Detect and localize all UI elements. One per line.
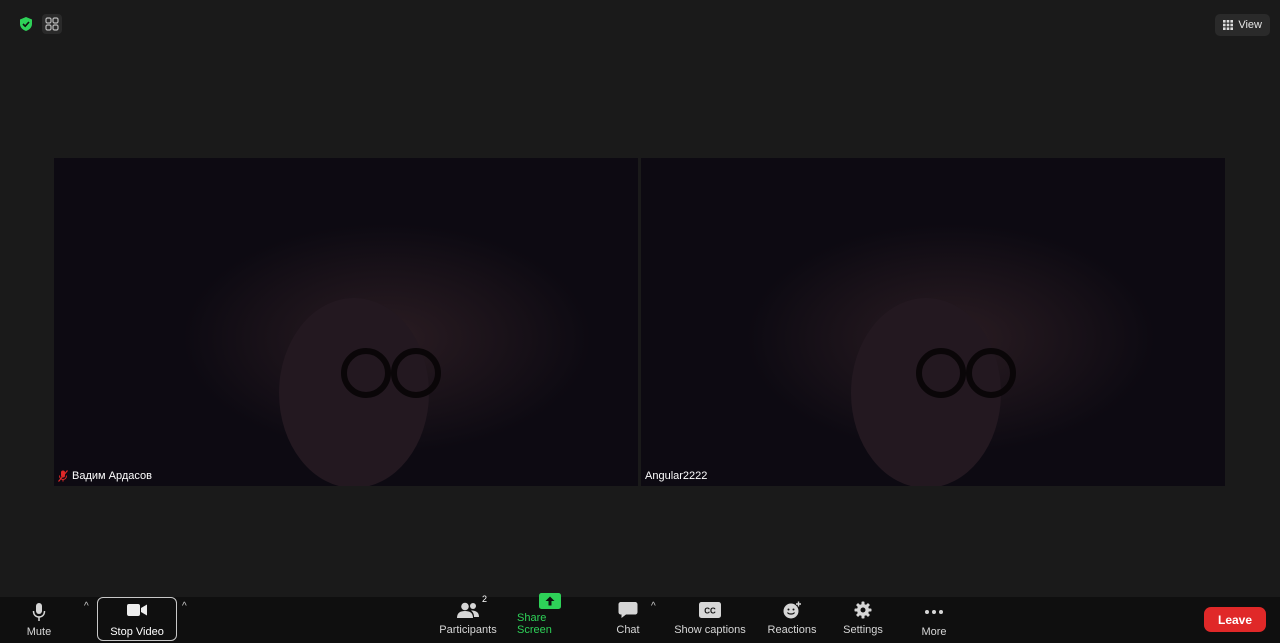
grid-view-icon [1223, 20, 1234, 30]
meeting-toolbar: Mute ^ Stop Video ^ 2 Participants Share… [0, 593, 1280, 643]
participants-label: Participants [439, 624, 497, 636]
participant-name: Angular2222 [645, 470, 708, 482]
chat-label: Chat [616, 624, 640, 636]
svg-text:CC: CC [704, 607, 716, 616]
chat-button[interactable]: Chat [611, 597, 645, 643]
show-captions-label: Show captions [674, 624, 746, 636]
more-label: More [921, 626, 947, 638]
participants-icon: 2 [456, 594, 487, 621]
share-screen-button[interactable]: Share Screen [517, 593, 583, 643]
top-left-controls [16, 14, 62, 34]
participant-name: Вадим Ардасов [72, 470, 152, 482]
show-captions-button[interactable]: CC Show captions [673, 597, 747, 643]
participant-video-feed [641, 158, 1225, 486]
gear-icon [854, 599, 872, 621]
video-tile-participant-1[interactable]: Вадим Ардасов [54, 158, 638, 486]
more-dots-icon [924, 601, 944, 623]
settings-button[interactable]: Settings [840, 597, 886, 643]
meeting-info-grid-icon[interactable] [42, 14, 62, 34]
share-screen-label: Share Screen [517, 612, 552, 636]
mute-button[interactable]: Mute [19, 597, 59, 643]
participant-name-tag: Вадим Ардасов [58, 470, 152, 482]
view-label: View [1238, 19, 1262, 31]
share-screen-icon [539, 593, 561, 609]
video-options-caret-icon[interactable]: ^ [182, 601, 187, 612]
stop-video-label: Stop Video [110, 626, 164, 638]
video-tile-participant-2[interactable]: Angular2222 [641, 158, 1225, 486]
reactions-smiley-icon [782, 599, 802, 621]
participant-name-tag: Angular2222 [645, 470, 707, 482]
meeting-window: View Вадим Ардасов Angular2222 Mute ^ St… [0, 0, 1280, 643]
audio-options-caret-icon[interactable]: ^ [84, 601, 89, 612]
view-button[interactable]: View [1215, 14, 1270, 36]
closed-captions-icon: CC [699, 599, 721, 621]
participants-count-badge: 2 [481, 594, 487, 604]
participant-video-feed [54, 158, 638, 486]
security-shield-icon[interactable] [16, 14, 36, 34]
reactions-button[interactable]: Reactions [766, 597, 818, 643]
more-button[interactable]: More [914, 597, 954, 643]
leave-button[interactable]: Leave [1204, 607, 1266, 632]
stop-video-button[interactable]: Stop Video [97, 597, 177, 641]
video-camera-icon [126, 599, 148, 621]
chat-bubble-icon [618, 599, 638, 621]
microphone-icon [32, 601, 46, 623]
settings-label: Settings [843, 624, 883, 636]
mute-label: Mute [26, 626, 52, 638]
chat-options-caret-icon[interactable]: ^ [651, 601, 656, 612]
reactions-label: Reactions [767, 624, 817, 636]
muted-microphone-icon [58, 470, 68, 482]
participants-button[interactable]: 2 Participants [438, 594, 498, 643]
